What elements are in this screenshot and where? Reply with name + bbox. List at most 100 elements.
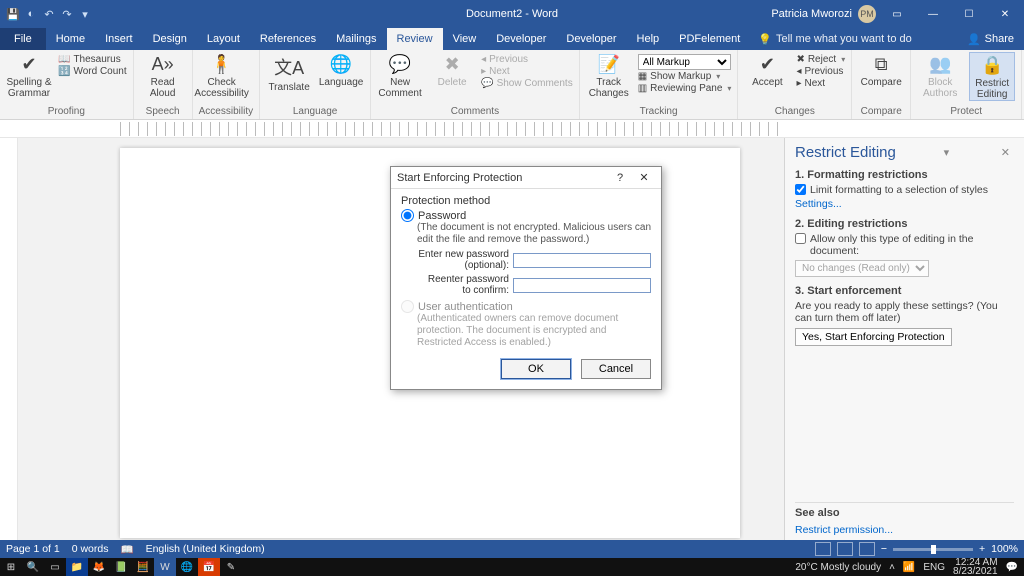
dialog-close-icon[interactable]: ✕	[633, 169, 655, 187]
weather-widget[interactable]: 20°C Mostly cloudy	[795, 562, 881, 573]
start-icon[interactable]: ⊞	[0, 558, 22, 576]
zoom-slider[interactable]	[893, 548, 973, 551]
taskbar-app-3[interactable]: 📗	[110, 558, 132, 576]
formatting-settings-link[interactable]: Settings...	[795, 198, 842, 210]
tab-home[interactable]: Home	[46, 28, 95, 50]
password-radio[interactable]	[401, 209, 414, 222]
tab-view[interactable]: View	[443, 28, 487, 50]
web-layout-icon[interactable]	[859, 542, 875, 556]
taskbar-app-6[interactable]: 🌐	[176, 558, 198, 576]
taskbar-app-5[interactable]: W	[154, 558, 176, 576]
delete-comment-button[interactable]: ✖ Delete	[429, 52, 475, 88]
limit-formatting-checkbox[interactable]	[795, 184, 806, 195]
language-status[interactable]: English (United Kingdom)	[146, 543, 265, 555]
taskbar-app-4[interactable]: 🧮	[132, 558, 154, 576]
thesaurus-button[interactable]: 📖 Thesaurus	[58, 54, 127, 65]
cancel-button[interactable]: Cancel	[581, 359, 651, 379]
ribbon: ✔ Spelling & Grammar 📖 Thesaurus 🔢 Word …	[0, 50, 1024, 120]
horizontal-ruler[interactable]	[0, 120, 1024, 138]
read-aloud-button[interactable]: A» Read Aloud	[140, 52, 186, 99]
tray-network-icon[interactable]: 📶	[903, 562, 915, 573]
next-change-button[interactable]: ▸ Next	[796, 78, 845, 89]
ime-indicator[interactable]: ENG	[923, 562, 945, 573]
spell-status-icon[interactable]: 📖	[120, 543, 133, 556]
ok-button[interactable]: OK	[501, 359, 571, 379]
zoom-level[interactable]: 100%	[991, 543, 1018, 555]
dialog-help-icon[interactable]: ?	[609, 169, 631, 187]
sidepane-options-icon[interactable]: ▾	[940, 146, 954, 159]
group-tracking: Tracking	[586, 106, 732, 119]
vertical-ruler[interactable]	[0, 138, 18, 540]
qat-unknown-icon[interactable]: ◐	[24, 7, 38, 21]
tab-help[interactable]: Help	[627, 28, 670, 50]
search-icon[interactable]: 🔍	[22, 558, 44, 576]
minimize-icon[interactable]: —	[918, 0, 948, 28]
block-authors-button[interactable]: 👥 Block Authors	[917, 52, 963, 99]
print-layout-icon[interactable]	[837, 542, 853, 556]
taskbar-app-1[interactable]: 📁	[66, 558, 88, 576]
editing-type-select[interactable]: No changes (Read only)	[795, 260, 929, 277]
share-button[interactable]: 👤 Share	[967, 33, 1024, 46]
tab-layout[interactable]: Layout	[197, 28, 250, 50]
word-count-status[interactable]: 0 words	[72, 543, 109, 555]
translate-button[interactable]: 文A Translate	[266, 52, 312, 93]
tab-references[interactable]: References	[250, 28, 326, 50]
tell-me-search[interactable]: 💡 Tell me what you want to do	[758, 33, 911, 46]
read-mode-icon[interactable]	[815, 542, 831, 556]
new-password-input[interactable]	[513, 253, 651, 268]
allow-editing-label: Allow only this type of editing in the d…	[810, 233, 1014, 257]
next-comment-button[interactable]: ▸ Next	[481, 66, 573, 77]
show-markup-button[interactable]: ▦ Show Markup▾	[638, 71, 732, 82]
spelling-grammar-button[interactable]: ✔ Spelling & Grammar	[6, 52, 52, 99]
word-count-button[interactable]: 🔢 Word Count	[58, 66, 127, 77]
clock-date[interactable]: 8/23/2021	[953, 566, 998, 577]
reviewing-pane-button[interactable]: ▥ Reviewing Pane▾	[638, 83, 732, 94]
prev-change-button[interactable]: ◂ Previous	[796, 66, 845, 77]
new-comment-button[interactable]: 💬 New Comment	[377, 52, 423, 99]
accept-button[interactable]: ✔ Accept	[744, 52, 790, 88]
avatar[interactable]: PM	[858, 5, 876, 23]
tab-pdfelement[interactable]: PDFelement	[669, 28, 750, 50]
taskbar-app-2[interactable]: 🦊	[88, 558, 110, 576]
confirm-password-input[interactable]	[513, 278, 651, 293]
undo-icon[interactable]: ↶	[42, 7, 56, 21]
group-speech: Speech	[140, 106, 186, 119]
tray-chevron-icon[interactable]: ˄	[889, 562, 895, 573]
allow-editing-checkbox[interactable]	[795, 233, 806, 244]
tab-mailings[interactable]: Mailings	[326, 28, 386, 50]
track-changes-button[interactable]: 📝 Track Changes	[586, 52, 632, 99]
action-center-icon[interactable]: 💬	[1006, 562, 1018, 573]
user-name[interactable]: Patricia Mworozi	[771, 8, 852, 20]
zoom-in-icon[interactable]: +	[979, 543, 985, 555]
check-accessibility-button[interactable]: 🧍 Check Accessibility	[199, 52, 245, 99]
compare-button[interactable]: ⧉ Compare	[858, 52, 904, 88]
page-number-status[interactable]: Page 1 of 1	[6, 543, 60, 555]
zoom-out-icon[interactable]: −	[881, 543, 887, 555]
save-icon[interactable]: 💾	[6, 7, 20, 21]
password-hint: (The document is not encrypted. Maliciou…	[417, 222, 651, 246]
maximize-icon[interactable]: ☐	[954, 0, 984, 28]
sidepane-close-icon[interactable]: ✕	[997, 146, 1014, 159]
language-button[interactable]: 🌐 Language	[318, 52, 364, 88]
tab-insert[interactable]: Insert	[95, 28, 143, 50]
close-icon[interactable]: ✕	[990, 0, 1020, 28]
start-enforcing-button[interactable]: Yes, Start Enforcing Protection	[795, 328, 952, 346]
taskbar-app-7[interactable]: 📅	[198, 558, 220, 576]
tab-design[interactable]: Design	[143, 28, 197, 50]
reject-button[interactable]: ✖ Reject▾	[796, 54, 845, 65]
show-comments-button[interactable]: 💬 Show Comments	[481, 78, 573, 89]
tab-file[interactable]: File	[0, 28, 46, 50]
tab-review[interactable]: Review	[387, 28, 443, 50]
task-view-icon[interactable]: ▭	[44, 558, 66, 576]
taskbar-app-8[interactable]: ✎	[220, 558, 242, 576]
prev-comment-button[interactable]: ◂ Previous	[481, 54, 573, 65]
restrict-permission-link[interactable]: Restrict permission...	[795, 524, 893, 536]
restrict-editing-button[interactable]: 🔒 Restrict Editing	[969, 52, 1015, 101]
tab-developer[interactable]: Developer	[486, 28, 556, 50]
tab-developer-2[interactable]: Developer	[556, 28, 626, 50]
redo-icon[interactable]: ↷	[60, 7, 74, 21]
qat-customize-icon[interactable]: ▾	[78, 7, 92, 21]
ribbon-display-icon[interactable]: ▭	[882, 0, 912, 28]
markup-display-combo[interactable]: All Markup	[638, 54, 732, 70]
userauth-radio	[401, 300, 414, 313]
